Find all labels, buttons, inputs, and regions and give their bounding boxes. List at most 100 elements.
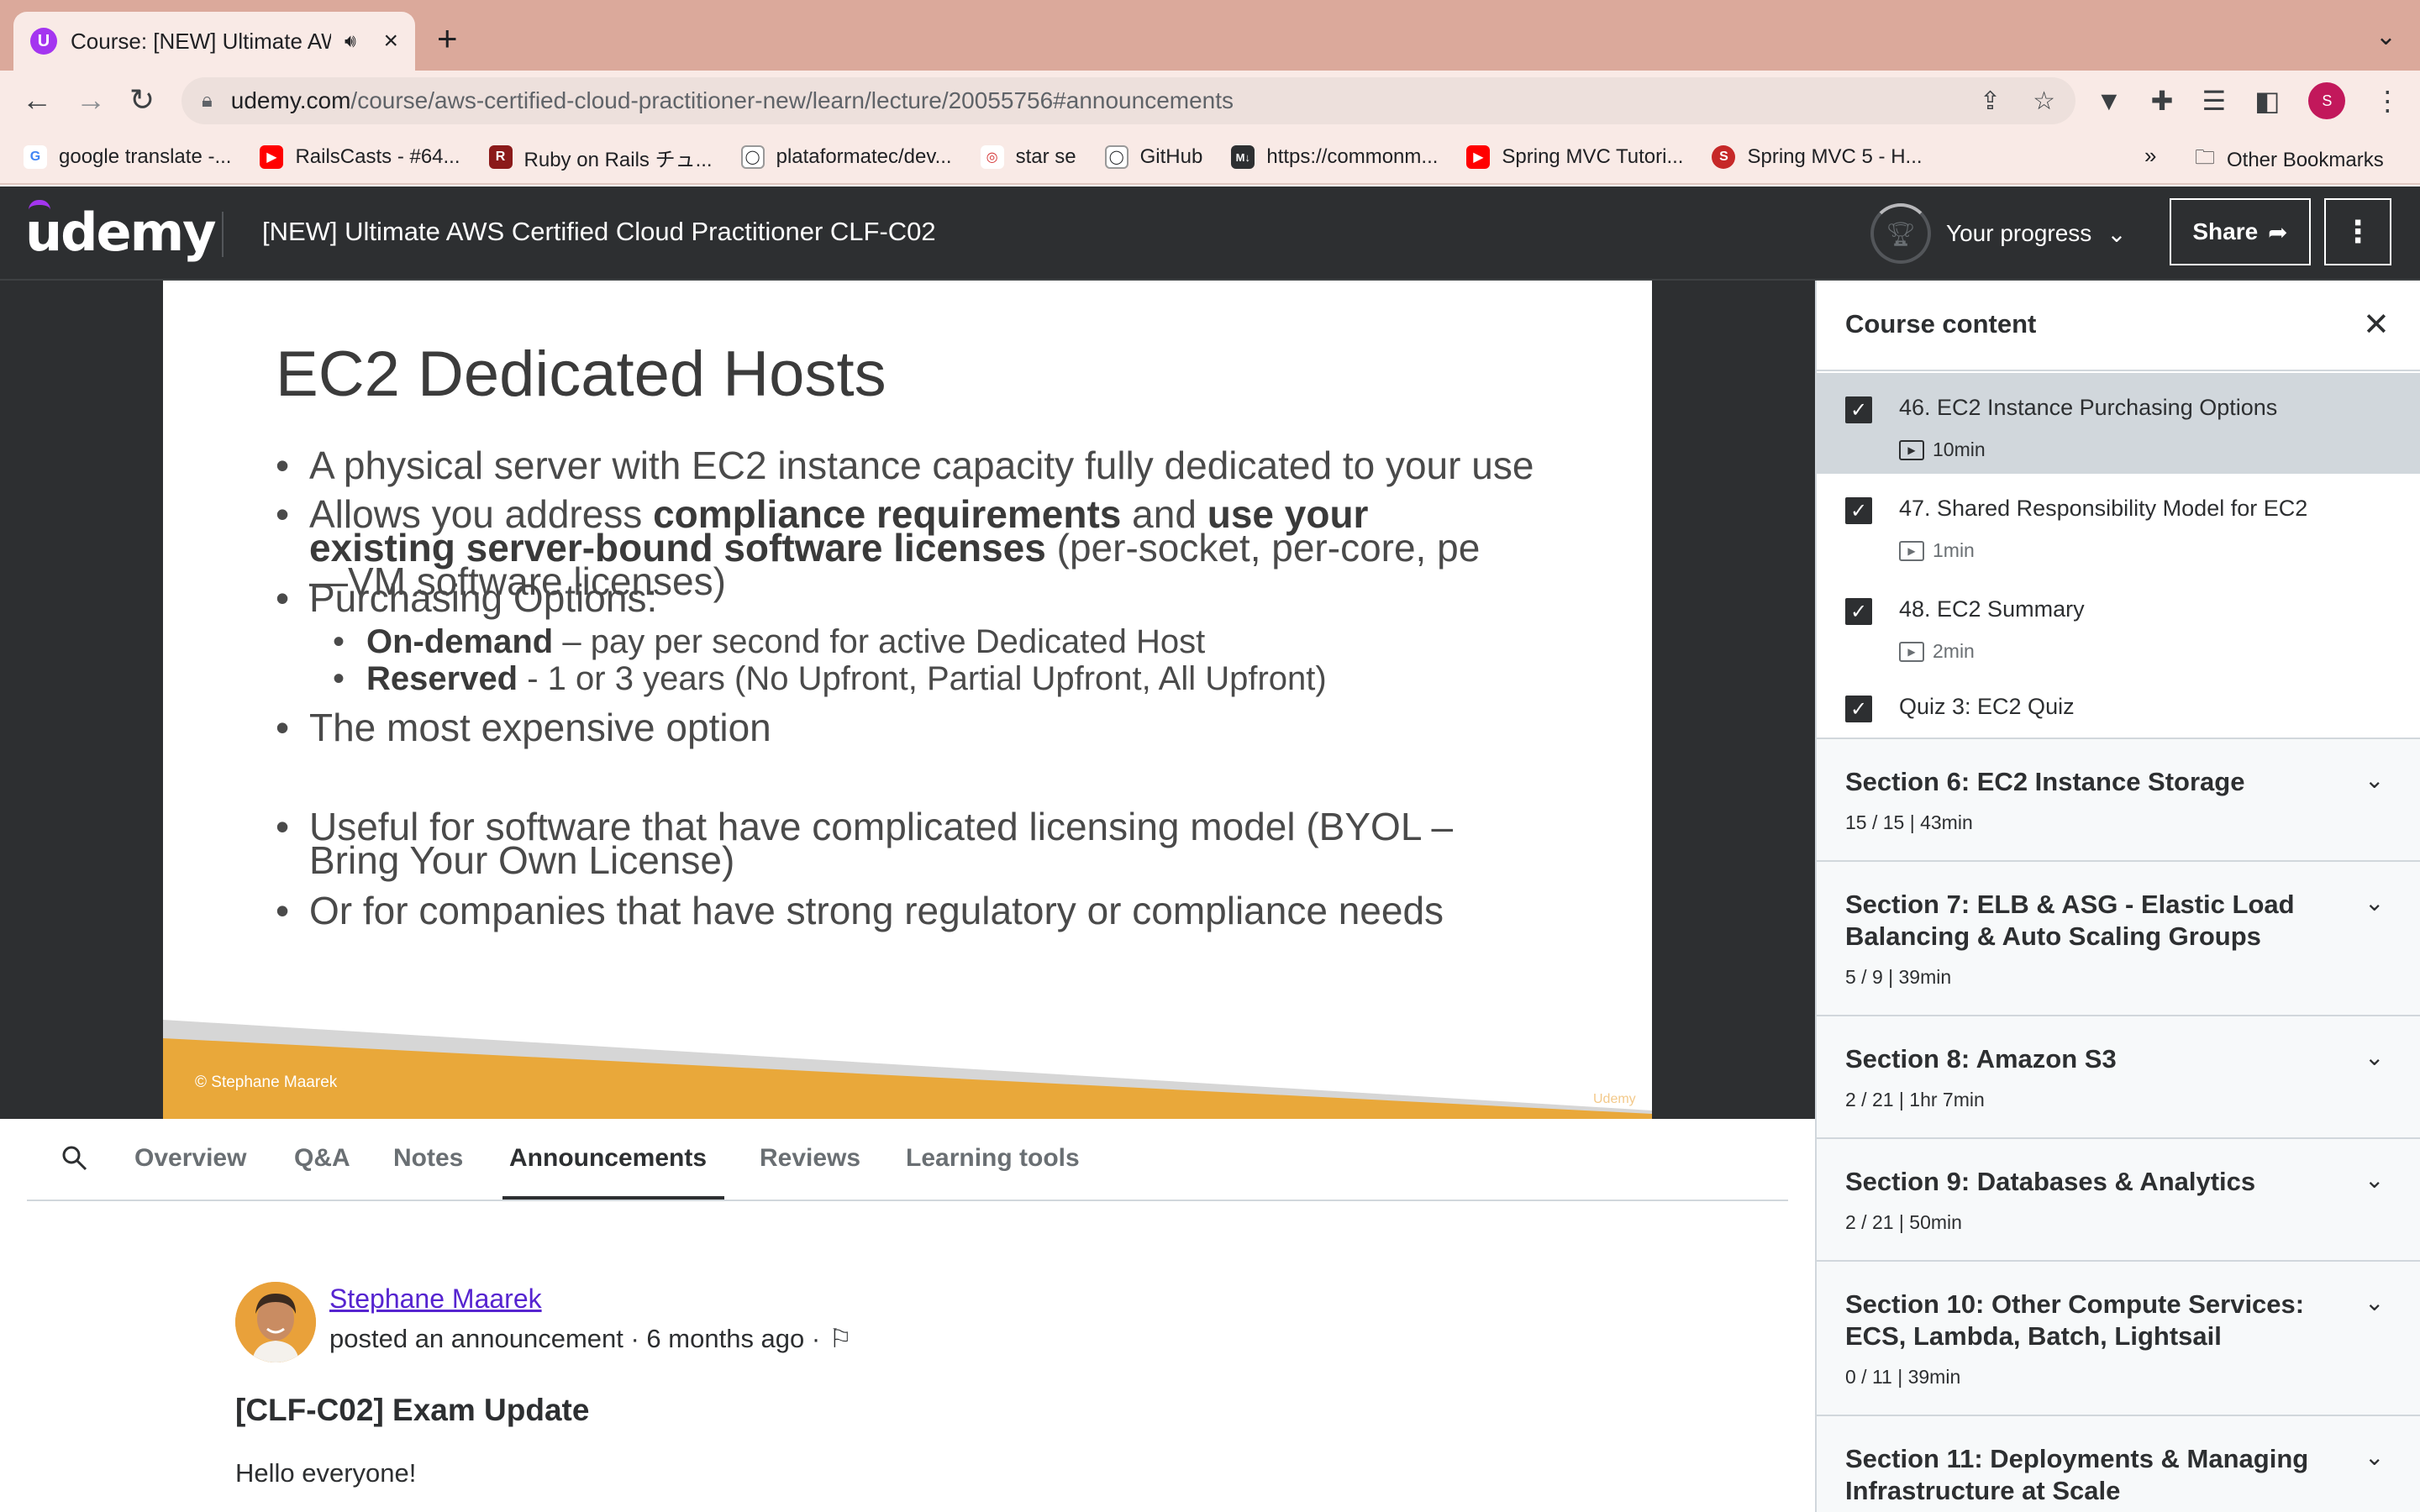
- chevron-down-icon[interactable]: ⌄: [2365, 889, 2384, 916]
- announcement-body: Hello everyone!: [235, 1458, 417, 1488]
- section-10[interactable]: Section 10: Other Compute Services: ECS,…: [1817, 1260, 2420, 1416]
- video-icon: ▶: [1899, 540, 1924, 561]
- slide-subbullet: • Reserved - 1 or 3 years (No Upfront, Pa…: [333, 660, 1327, 697]
- side-panel-icon[interactable]: ◧: [2254, 85, 2280, 117]
- quiz-title: Quiz 3: EC2 Quiz: [1899, 694, 2075, 719]
- bookmark-label: GitHub: [1139, 145, 1203, 168]
- other-bookmarks[interactable]: 🗀︎ Other Bookmarks: [2195, 143, 2384, 177]
- search-icon[interactable]: [60, 1144, 89, 1173]
- markdown-icon: M↓: [1231, 145, 1255, 169]
- chevron-down-icon[interactable]: ⌄: [2365, 766, 2384, 794]
- section-7[interactable]: Section 7: ELB & ASG - Elastic Load Bala…: [1817, 860, 2420, 1016]
- tab-announcements[interactable]: Announcements: [509, 1144, 707, 1173]
- bookmark-item[interactable]: S Spring MVC 5 - H...: [1712, 145, 1923, 169]
- bookmark-item[interactable]: ▶ RailsCasts - #64...: [260, 145, 460, 169]
- tab-overview[interactable]: Overview: [134, 1144, 246, 1173]
- chevron-down-icon: ⌄: [2107, 220, 2127, 247]
- completed-checkbox[interactable]: ✓: [1845, 497, 1872, 524]
- tab-search-chevron-icon[interactable]: ⌄: [2375, 22, 2396, 51]
- completed-checkbox[interactable]: ✓: [1845, 598, 1872, 625]
- vpn-extension-icon[interactable]: ▼: [2096, 86, 2123, 117]
- section-title: Section 10: Other Compute Services: ECS,…: [1845, 1289, 2305, 1351]
- chrome-menu-icon[interactable]: ⋮: [2374, 85, 2401, 117]
- profile-avatar-icon[interactable]: S: [2308, 82, 2346, 119]
- share-arrow-icon: ➦: [2268, 218, 2288, 245]
- address-bar[interactable]: 🔒︎ udemy.com/course/aws-certified-cloud-…: [182, 77, 2075, 124]
- trophy-icon: 🏆︎: [1870, 203, 1931, 264]
- bookmark-item[interactable]: Ggoogle translate -...: [24, 145, 231, 169]
- bookmark-item[interactable]: R Ruby on Rails チュ...: [488, 143, 713, 172]
- lecture-item-48[interactable]: ✓ 48. EC2 Summary ▶ 2min: [1817, 575, 2420, 675]
- slide-watermark: Udemy: [1593, 1092, 1636, 1106]
- close-tab-icon[interactable]: ×: [383, 27, 398, 55]
- chevron-down-icon[interactable]: ⌄: [2365, 1443, 2384, 1471]
- bookmark-item[interactable]: ▶ Spring MVC Tutori...: [1466, 145, 1683, 169]
- lecture-title: 47. Shared Responsibility Model for EC2: [1899, 496, 2308, 521]
- chevron-down-icon[interactable]: ⌄: [2365, 1043, 2384, 1071]
- section-meta: 2 / 21 | 1hr 7min: [1845, 1089, 1985, 1110]
- progress-label: Your progress: [1946, 220, 2092, 246]
- section-meta: 0 / 11 | 39min: [1845, 1366, 1961, 1388]
- lecture-item-46[interactable]: ✓ 46. EC2 Instance Purchasing Options ▶ 1…: [1817, 373, 2420, 474]
- new-tab-button[interactable]: +: [437, 18, 458, 59]
- tab-notes[interactable]: Notes: [393, 1144, 463, 1173]
- bookmark-item[interactable]: M↓ https://commonm...: [1231, 145, 1438, 169]
- chevron-down-icon[interactable]: ⌄: [2365, 1166, 2384, 1194]
- share-label: Share: [2192, 218, 2259, 244]
- flag-icon[interactable]: ⚐: [829, 1324, 852, 1354]
- section-title: Section 6: EC2 Instance Storage: [1845, 767, 2245, 796]
- lock-icon[interactable]: 🔒︎: [202, 89, 213, 113]
- section-6[interactable]: Section 6: EC2 Instance Storage 15 / 15 …: [1817, 738, 2420, 862]
- reload-icon[interactable]: ↻: [129, 82, 155, 118]
- youtube-icon: ▶: [1466, 145, 1491, 169]
- bookmark-label: google translate -...: [59, 145, 232, 168]
- udemy-logo[interactable]: udemy: [25, 202, 217, 263]
- bookmark-star-icon[interactable]: ☆: [2033, 87, 2055, 116]
- lecture-item-47[interactable]: ✓ 47. Shared Responsibility Model for EC…: [1817, 474, 2420, 575]
- section-title: Section 8: Amazon S3: [1845, 1044, 2117, 1074]
- more-bookmarks-chevron[interactable]: »: [2144, 143, 2156, 169]
- progress-dropdown[interactable]: 🏆︎ Your progress ⌄: [1870, 203, 2127, 264]
- section-meta: 2 / 21 | 50min: [1845, 1211, 1962, 1233]
- course-title[interactable]: [NEW] Ultimate AWS Certified Cloud Pract…: [262, 217, 936, 247]
- more-options-button[interactable]: ⋮: [2324, 198, 2391, 265]
- bullet-text: Useful for software that have complicate…: [309, 805, 1454, 882]
- youtube-icon: ▶: [260, 145, 284, 169]
- course-header: udemy [NEW] Ultimate AWS Certified Cloud…: [0, 186, 2420, 281]
- browser-tabstrip: U Course: [NEW] Ultimate AWS Certified C…: [0, 0, 2420, 71]
- section-11[interactable]: Section 11: Deployments & Managing Infra…: [1817, 1415, 2420, 1512]
- rails-icon: R: [488, 145, 513, 169]
- other-bookmarks-label: Other Bookmarks: [2227, 148, 2384, 171]
- url-host: udemy.com: [230, 87, 351, 113]
- share-page-icon[interactable]: ⇪: [1980, 87, 2001, 116]
- media-controls-icon[interactable]: ☰: [2202, 85, 2226, 117]
- bookmark-item[interactable]: ◯ plataformatec/dev...: [740, 145, 952, 169]
- url-text[interactable]: udemy.com/course/aws-certified-cloud-pra…: [231, 87, 1234, 114]
- extensions-puzzle-icon[interactable]: ✚: [2151, 85, 2174, 117]
- tab-learning-tools[interactable]: Learning tools: [906, 1144, 1080, 1173]
- header-divider: [222, 212, 224, 257]
- chevron-down-icon[interactable]: ⌄: [2365, 1289, 2384, 1316]
- share-button[interactable]: Share ➦: [2170, 198, 2311, 265]
- back-icon[interactable]: ←: [22, 82, 52, 118]
- course-content-title: Course content: [1845, 309, 2037, 339]
- announcement-meta-text: posted an announcement · 6 months ago ·: [329, 1324, 821, 1353]
- completed-checkbox[interactable]: ✓: [1845, 696, 1872, 722]
- slide-title: EC2 Dedicated Hosts: [276, 339, 886, 410]
- forward-icon[interactable]: →: [76, 82, 106, 118]
- tab-reviews[interactable]: Reviews: [760, 1144, 860, 1173]
- section-8[interactable]: Section 8: Amazon S3 2 / 21 | 1hr 7min ⌄: [1817, 1015, 2420, 1139]
- avatar[interactable]: [235, 1282, 316, 1362]
- video-player[interactable]: EC2 Dedicated Hosts • A physical server w…: [0, 281, 1815, 1119]
- completed-checkbox[interactable]: ✓: [1845, 396, 1872, 423]
- speaker-icon[interactable]: 🔊︎: [345, 30, 356, 52]
- tab-qa[interactable]: Q&A: [294, 1144, 350, 1173]
- announcement-author-link[interactable]: Stephane Maarek: [329, 1284, 542, 1315]
- section-9[interactable]: Section 9: Databases & Analytics 2 / 21 …: [1817, 1137, 2420, 1262]
- quiz-item-3[interactable]: ✓ Quiz 3: EC2 Quiz: [1817, 675, 2420, 739]
- bookmark-item[interactable]: ◯ GitHub: [1104, 145, 1203, 169]
- bookmark-item[interactable]: ◎ star se: [980, 145, 1076, 169]
- browser-tab[interactable]: U Course: [NEW] Ultimate AWS Certified C…: [13, 12, 415, 71]
- bookmark-label: https://commonm...: [1266, 145, 1439, 168]
- close-icon[interactable]: ✕: [2363, 306, 2390, 344]
